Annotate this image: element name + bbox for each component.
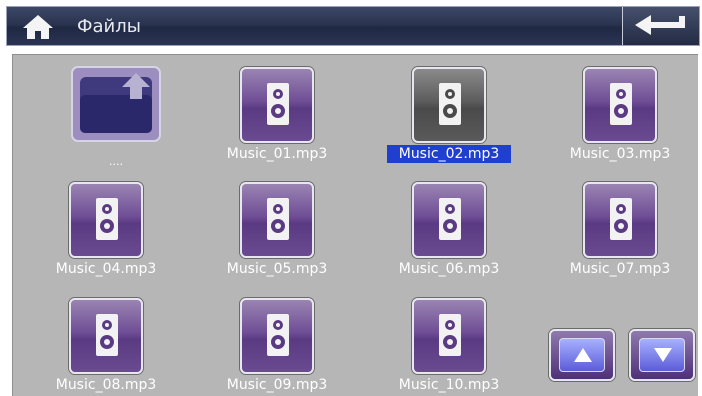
file-item-label: Music_05.mp3 [226,261,328,277]
speaker-icon [610,83,632,125]
music-file-icon [69,182,143,258]
scroll-down-button[interactable] [629,329,695,381]
file-item-label: Music_04.mp3 [55,261,157,277]
file-item-label-selected: Music_02.mp3 [374,145,524,163]
speaker-icon [96,198,118,240]
home-button[interactable] [21,13,61,41]
file-item-label: Music_03.mp3 [569,146,671,162]
back-arrow-icon [635,15,685,35]
file-item-label: Music_09.mp3 [226,377,328,393]
file-item-label: Music_08.mp3 [55,377,157,393]
speaker-icon [96,314,118,356]
file-item-label: Music_07.mp3 [569,261,671,277]
speaker-icon [439,314,461,356]
arrow-up-icon [574,348,592,362]
arrow-down-icon [654,348,672,362]
music-file-icon [412,298,486,374]
page-title: Файлы [77,16,141,37]
speaker-icon [610,198,632,240]
music-file-icon [583,182,657,258]
music-file-icon [412,67,486,143]
file-item-label: Music_10.mp3 [398,377,500,393]
speaker-icon [267,83,289,125]
folder-up-icon [70,65,162,143]
speaker-icon [439,198,461,240]
music-file-icon [240,182,314,258]
music-file-icon [583,67,657,143]
music-file-icon [412,182,486,258]
file-browser-screen: Файлы .... Music_01.mp3 Music_02.mp3 Mus… [0,0,702,396]
file-item-label: Music_06.mp3 [398,261,500,277]
speaker-icon [439,83,461,125]
speaker-icon [267,314,289,356]
file-grid-panel: .... Music_01.mp3 Music_02.mp3 Music_03.… [12,54,698,396]
scroll-up-button[interactable] [549,329,615,381]
file-item-label: Music_01.mp3 [226,146,328,162]
music-file-icon [240,67,314,143]
home-icon [23,15,53,39]
file-item-label: .... [109,155,123,168]
back-button[interactable] [622,7,699,45]
header-bar: Файлы [6,6,700,46]
music-file-icon [69,298,143,374]
speaker-icon [267,198,289,240]
music-file-icon [240,298,314,374]
